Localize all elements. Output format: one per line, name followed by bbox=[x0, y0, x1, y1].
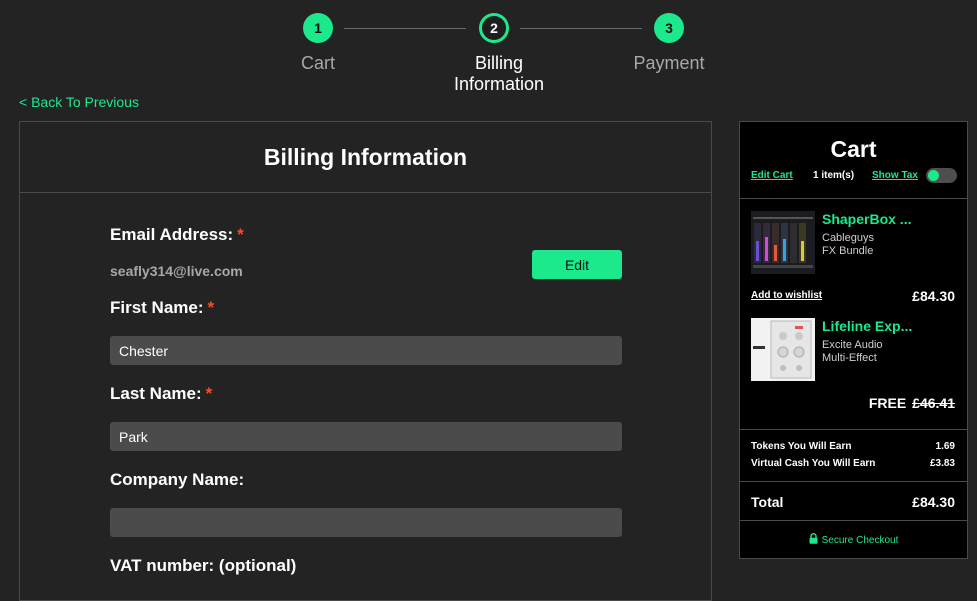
first-name-label-text: First Name: bbox=[110, 298, 204, 317]
company-name-label: Company Name: bbox=[110, 470, 245, 489]
toggle-knob bbox=[928, 170, 939, 181]
step-connector bbox=[520, 28, 642, 29]
step-cart-indicator[interactable]: 1 bbox=[303, 13, 333, 43]
total-value: £84.30 bbox=[912, 494, 955, 510]
cart-divider bbox=[740, 429, 967, 430]
company-name-input[interactable] bbox=[110, 508, 622, 537]
required-mark: * bbox=[237, 225, 244, 244]
lifeline-thumbnail[interactable] bbox=[751, 318, 815, 381]
required-mark: * bbox=[207, 298, 215, 317]
virtual-cash-row: Virtual Cash You Will Earn £3.83 bbox=[751, 458, 955, 469]
step-connector bbox=[344, 28, 466, 29]
back-to-previous-link[interactable]: < Back To Previous bbox=[19, 94, 139, 110]
cart-item-free-price: FREE bbox=[868, 395, 907, 411]
billing-panel: Billing Information Email Address: * seaf… bbox=[19, 121, 712, 601]
virtual-cash-label: Virtual Cash You Will Earn bbox=[751, 458, 876, 469]
secure-checkout-label: Secure Checkout bbox=[821, 535, 899, 546]
cart-divider bbox=[740, 520, 967, 521]
cart-divider bbox=[740, 198, 967, 199]
secure-checkout[interactable]: Secure Checkout bbox=[740, 533, 967, 547]
edit-email-button[interactable]: Edit bbox=[532, 250, 622, 279]
last-name-label-text: Last Name: bbox=[110, 384, 202, 403]
cart-item-old-price: £46.41 bbox=[912, 395, 955, 411]
cart-item-count: 1 item(s) bbox=[813, 170, 855, 181]
checkout-stepper: 1 2 3 Cart Billing Information Payment bbox=[0, 0, 977, 100]
first-name-label: First Name: * bbox=[110, 298, 214, 318]
email-value: seafly314@live.com bbox=[110, 263, 243, 279]
cart-item-price: £84.30 bbox=[912, 288, 955, 304]
total-row: Total £84.30 bbox=[751, 494, 955, 510]
email-label-text: Email Address: bbox=[110, 225, 234, 244]
tokens-earn-row: Tokens You Will Earn 1.69 bbox=[751, 441, 955, 452]
edit-cart-link[interactable]: Edit Cart bbox=[751, 170, 793, 181]
shaperbox-thumbnail[interactable] bbox=[751, 211, 815, 274]
step-payment-label: Payment bbox=[633, 53, 705, 73]
cart-item-type: FX Bundle bbox=[822, 245, 874, 257]
virtual-cash-value: £3.83 bbox=[929, 458, 955, 469]
billing-title: Billing Information bbox=[20, 122, 711, 193]
step-billing-label: Billing Information bbox=[453, 53, 545, 94]
tokens-value: 1.69 bbox=[935, 441, 955, 452]
cart-item-brand: Cableguys bbox=[822, 232, 874, 244]
show-tax-toggle[interactable] bbox=[926, 168, 957, 183]
show-tax-link[interactable]: Show Tax bbox=[872, 170, 918, 181]
cart-item-title[interactable]: ShaperBox ... bbox=[822, 211, 911, 227]
step-cart-label[interactable]: Cart bbox=[248, 53, 388, 74]
cart-item-type: Multi-Effect bbox=[822, 352, 877, 364]
step-billing-indicator: 2 bbox=[479, 13, 509, 43]
cart-title: Cart bbox=[830, 136, 877, 162]
required-mark: * bbox=[205, 384, 213, 403]
vat-number-label: VAT number: (optional) bbox=[110, 556, 297, 575]
lock-icon bbox=[809, 533, 818, 547]
cart-item-title[interactable]: Lifeline Exp... bbox=[822, 318, 912, 334]
email-label: Email Address: * bbox=[110, 225, 244, 245]
first-name-input[interactable] bbox=[110, 336, 622, 365]
step-payment-indicator: 3 bbox=[654, 13, 684, 43]
cart-item-brand: Excite Audio bbox=[822, 339, 883, 351]
cart-item-price: FREE £46.41 bbox=[869, 395, 955, 411]
cart-divider bbox=[740, 481, 967, 482]
last-name-label: Last Name: * bbox=[110, 384, 212, 404]
total-label: Total bbox=[751, 494, 784, 510]
add-to-wishlist-link[interactable]: Add to wishlist bbox=[751, 290, 822, 301]
tokens-label: Tokens You Will Earn bbox=[751, 441, 852, 452]
cart-panel: Cart Edit Cart 1 item(s) Show Tax Shaper… bbox=[739, 121, 968, 559]
last-name-input[interactable] bbox=[110, 422, 622, 451]
